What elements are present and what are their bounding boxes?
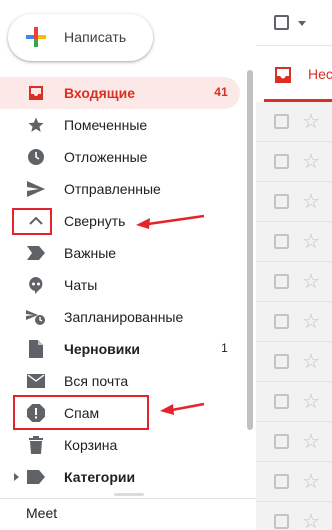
sidebar-item-label: Отложенные xyxy=(64,149,148,165)
table-row[interactable]: ☆ xyxy=(256,302,332,342)
expand-caret-icon[interactable] xyxy=(14,473,19,481)
row-checkbox[interactable] xyxy=(274,354,289,369)
star-icon[interactable]: ☆ xyxy=(302,231,320,251)
sidebar-item-label: Чаты xyxy=(64,277,98,293)
star-icon[interactable]: ☆ xyxy=(302,311,320,331)
tab-label: Нес xyxy=(308,66,332,82)
table-row[interactable]: ☆ xyxy=(256,182,332,222)
sidebar-item-label: Категории xyxy=(64,469,136,485)
compose-button[interactable]: Написать xyxy=(8,14,153,61)
table-row[interactable]: ☆ xyxy=(256,422,332,462)
row-checkbox[interactable] xyxy=(274,274,289,289)
sidebar-item-label: Отправленные xyxy=(64,181,161,197)
clock-icon xyxy=(26,148,46,166)
star-icon[interactable]: ☆ xyxy=(302,431,320,451)
row-checkbox[interactable] xyxy=(274,194,289,209)
sidebar-item-label: Свернуть xyxy=(64,213,126,229)
sidebar-item-sent[interactable]: Отправленные xyxy=(0,173,240,205)
select-all-checkbox[interactable] xyxy=(274,15,289,30)
send-icon xyxy=(26,180,46,198)
important-icon xyxy=(26,244,46,262)
star-icon[interactable]: ☆ xyxy=(302,391,320,411)
scheduled-icon xyxy=(26,308,46,326)
sidebar-item-drafts[interactable]: Черновики 1 xyxy=(0,333,240,365)
star-icon[interactable]: ☆ xyxy=(302,471,320,491)
table-row[interactable]: ☆ xyxy=(256,262,332,302)
compose-label: Написать xyxy=(64,29,127,45)
sidebar-item-trash[interactable]: Корзина xyxy=(0,429,240,461)
annotation-arrow-collapse xyxy=(136,214,205,229)
meet-section-title[interactable]: Meet xyxy=(26,505,57,521)
sidebar-item-label: Помеченные xyxy=(64,117,148,133)
sidebar-item-label: Важные xyxy=(64,245,117,261)
row-checkbox[interactable] xyxy=(274,314,289,329)
row-checkbox[interactable] xyxy=(274,154,289,169)
chat-icon xyxy=(26,276,46,294)
table-row[interactable]: ☆ xyxy=(256,382,332,422)
message-list-panel: Нес ☆ ☆ ☆ ☆ ☆ ☆ ☆ ☆ ☆ ☆ ☆ xyxy=(256,0,332,530)
nav-list: Входящие 41 Помеченные Отложенные Отправ… xyxy=(0,77,240,493)
inbox-icon xyxy=(274,66,292,87)
table-row[interactable]: ☆ xyxy=(256,342,332,382)
scrollbar-thumb[interactable] xyxy=(247,70,253,430)
divider xyxy=(0,498,256,499)
draft-icon xyxy=(26,340,46,358)
row-checkbox[interactable] xyxy=(274,234,289,249)
sidebar: Написать Входящие 41 Помеченные Отложенн… xyxy=(0,0,256,530)
sidebar-item-important[interactable]: Важные xyxy=(0,237,240,269)
sidebar-item-label: Запланированные xyxy=(64,309,184,325)
star-icon[interactable]: ☆ xyxy=(302,111,320,131)
star-icon[interactable]: ☆ xyxy=(302,351,320,371)
category-tabs: Нес xyxy=(256,46,332,102)
resize-handle[interactable] xyxy=(114,493,144,496)
table-row[interactable]: ☆ xyxy=(256,102,332,142)
sidebar-item-snoozed[interactable]: Отложенные xyxy=(0,141,240,173)
row-checkbox[interactable] xyxy=(274,474,289,489)
trash-icon xyxy=(26,436,46,454)
select-dropdown-icon[interactable] xyxy=(298,21,306,26)
sidebar-item-categories[interactable]: Категории xyxy=(0,461,240,493)
sidebar-item-inbox[interactable]: Входящие 41 xyxy=(0,77,240,109)
unread-count: 41 xyxy=(214,85,228,99)
inbox-icon xyxy=(26,84,46,102)
star-icon[interactable]: ☆ xyxy=(302,271,320,291)
star-icon[interactable]: ☆ xyxy=(302,151,320,171)
message-rows: ☆ ☆ ☆ ☆ ☆ ☆ ☆ ☆ ☆ ☆ ☆ xyxy=(256,102,332,530)
annotation-box-spam xyxy=(13,395,149,430)
row-checkbox[interactable] xyxy=(274,394,289,409)
sidebar-item-chats[interactable]: Чаты xyxy=(0,269,240,301)
list-toolbar xyxy=(256,0,332,46)
row-checkbox[interactable] xyxy=(274,434,289,449)
draft-count: 1 xyxy=(221,341,228,355)
sidebar-item-label: Вся почта xyxy=(64,373,129,389)
star-icon[interactable]: ☆ xyxy=(302,511,320,530)
mail-icon xyxy=(26,372,46,390)
row-checkbox[interactable] xyxy=(274,514,289,529)
sidebar-item-scheduled[interactable]: Запланированные xyxy=(0,301,240,333)
annotation-box-collapse xyxy=(12,208,52,235)
table-row[interactable]: ☆ xyxy=(256,462,332,502)
label-icon xyxy=(26,468,46,486)
star-icon xyxy=(26,116,46,134)
sidebar-item-label: Корзина xyxy=(64,437,118,453)
tab-primary[interactable]: Нес xyxy=(264,46,332,102)
row-checkbox[interactable] xyxy=(274,114,289,129)
sidebar-item-all-mail[interactable]: Вся почта xyxy=(0,365,240,397)
plus-icon xyxy=(26,27,46,47)
sidebar-item-label: Входящие xyxy=(64,85,135,101)
star-icon[interactable]: ☆ xyxy=(302,191,320,211)
table-row[interactable]: ☆ xyxy=(256,502,332,530)
sidebar-item-label: Черновики xyxy=(64,341,141,357)
sidebar-item-starred[interactable]: Помеченные xyxy=(0,109,240,141)
table-row[interactable]: ☆ xyxy=(256,142,332,182)
annotation-arrow-spam xyxy=(160,402,205,415)
table-row[interactable]: ☆ xyxy=(256,222,332,262)
